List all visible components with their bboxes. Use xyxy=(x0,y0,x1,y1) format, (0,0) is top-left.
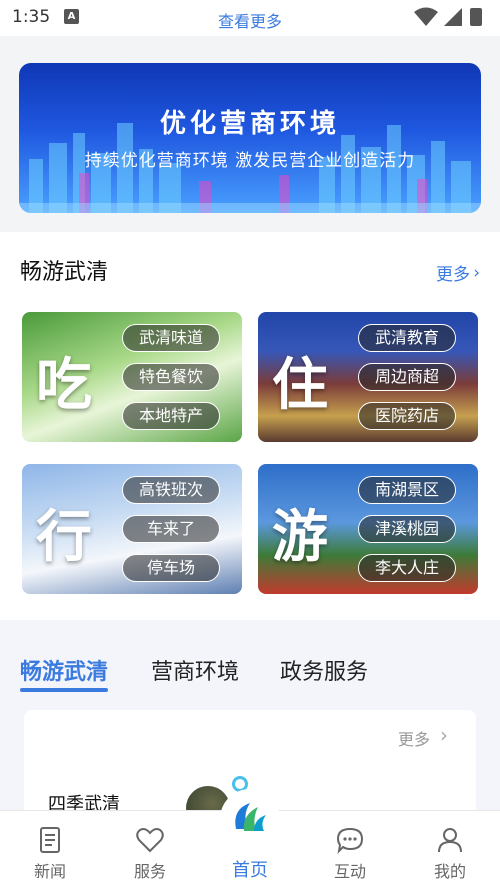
nav-service[interactable]: 服务 xyxy=(100,811,200,890)
chevron-right-icon[interactable]: › xyxy=(473,263,480,283)
panel-more-link[interactable]: 更多 xyxy=(398,726,430,750)
home-logo-icon xyxy=(235,803,266,831)
tag-bus-coming[interactable]: 车来了 xyxy=(122,515,220,543)
tag-lidarenzhuang[interactable]: 李大人庄 xyxy=(358,554,456,582)
card-big-char: 吃 xyxy=(36,353,92,418)
tab-government[interactable]: 政务服务 xyxy=(280,654,368,686)
tag-south-lake[interactable]: 南湖景区 xyxy=(358,476,456,504)
tag-train-schedule[interactable]: 高铁班次 xyxy=(122,476,220,504)
nav-label: 服务 xyxy=(133,862,166,881)
card-tour[interactable]: 游 南湖景区 津溪桃园 李大人庄 xyxy=(258,464,478,594)
status-bar: 1:35 A 查看更多 xyxy=(0,0,500,36)
tag-education[interactable]: 武清教育 xyxy=(358,324,456,352)
nav-news[interactable]: 新闻 xyxy=(0,811,100,890)
heart-icon xyxy=(136,828,164,853)
status-icons xyxy=(412,6,492,28)
tag-local-products[interactable]: 本地特产 xyxy=(122,402,220,430)
tab-business[interactable]: 营商环境 xyxy=(151,654,239,686)
chat-bubble-icon xyxy=(336,827,364,854)
tag-hospitals[interactable]: 医院药店 xyxy=(358,402,456,430)
battery-icon xyxy=(470,8,482,26)
chevron-right-icon[interactable]: › xyxy=(440,723,448,747)
nav-home[interactable]: 首页 xyxy=(220,789,280,881)
nav-label: 新闻 xyxy=(33,862,66,881)
bottom-nav: 新闻 服务 首页 互动 我的 xyxy=(0,789,500,890)
nav-profile[interactable]: 我的 xyxy=(400,811,500,890)
banner-section: 优化营商环境 持续优化营商环境 激发民营企业创造活力 xyxy=(0,46,500,232)
news-icon xyxy=(40,827,60,853)
nav-label: 我的 xyxy=(433,862,466,881)
card-big-char: 行 xyxy=(36,505,92,570)
banner-title: 优化营商环境 xyxy=(159,109,340,139)
tabs-section: 畅游武清 营商环境 政务服务 更多 › 四季武清 xyxy=(0,620,500,830)
signal-icon xyxy=(444,8,462,26)
card-big-char: 游 xyxy=(272,505,328,570)
nav-label: 首页 xyxy=(232,860,268,881)
tag-peach-garden[interactable]: 津溪桃园 xyxy=(358,515,456,543)
section-title: 畅游武清 xyxy=(20,260,109,285)
tag-wuqing-flavor[interactable]: 武清味道 xyxy=(122,324,220,352)
nav-label: 互动 xyxy=(333,862,366,881)
card-travel[interactable]: 行 高铁班次 车来了 停车场 xyxy=(22,464,242,594)
tab-tour[interactable]: 畅游武清 xyxy=(20,654,108,686)
card-eat[interactable]: 吃 武清味道 特色餐饮 本地特产 xyxy=(22,312,242,442)
wifi-icon xyxy=(414,7,438,26)
section-more-link[interactable]: 更多 xyxy=(436,260,470,285)
user-icon xyxy=(438,828,462,853)
tab-indicator xyxy=(20,688,108,692)
tag-supermarkets[interactable]: 周边商超 xyxy=(358,363,456,391)
tour-section: 畅游武清 更多 › 吃 武清味道 特色餐饮 本地特产 住 武清教育 周边商超 医… xyxy=(0,232,500,620)
card-live[interactable]: 住 武清教育 周边商超 医院药店 xyxy=(258,312,478,442)
nav-interact[interactable]: 互动 xyxy=(300,811,400,890)
banner-image[interactable]: 优化营商环境 持续优化营商环境 激发民营企业创造活力 xyxy=(19,63,481,213)
tag-special-food[interactable]: 特色餐饮 xyxy=(122,363,220,391)
card-big-char: 住 xyxy=(272,353,328,418)
banner-subtitle: 持续优化营商环境 激发民营企业创造活力 xyxy=(84,151,416,171)
tag-parking[interactable]: 停车场 xyxy=(122,554,220,582)
